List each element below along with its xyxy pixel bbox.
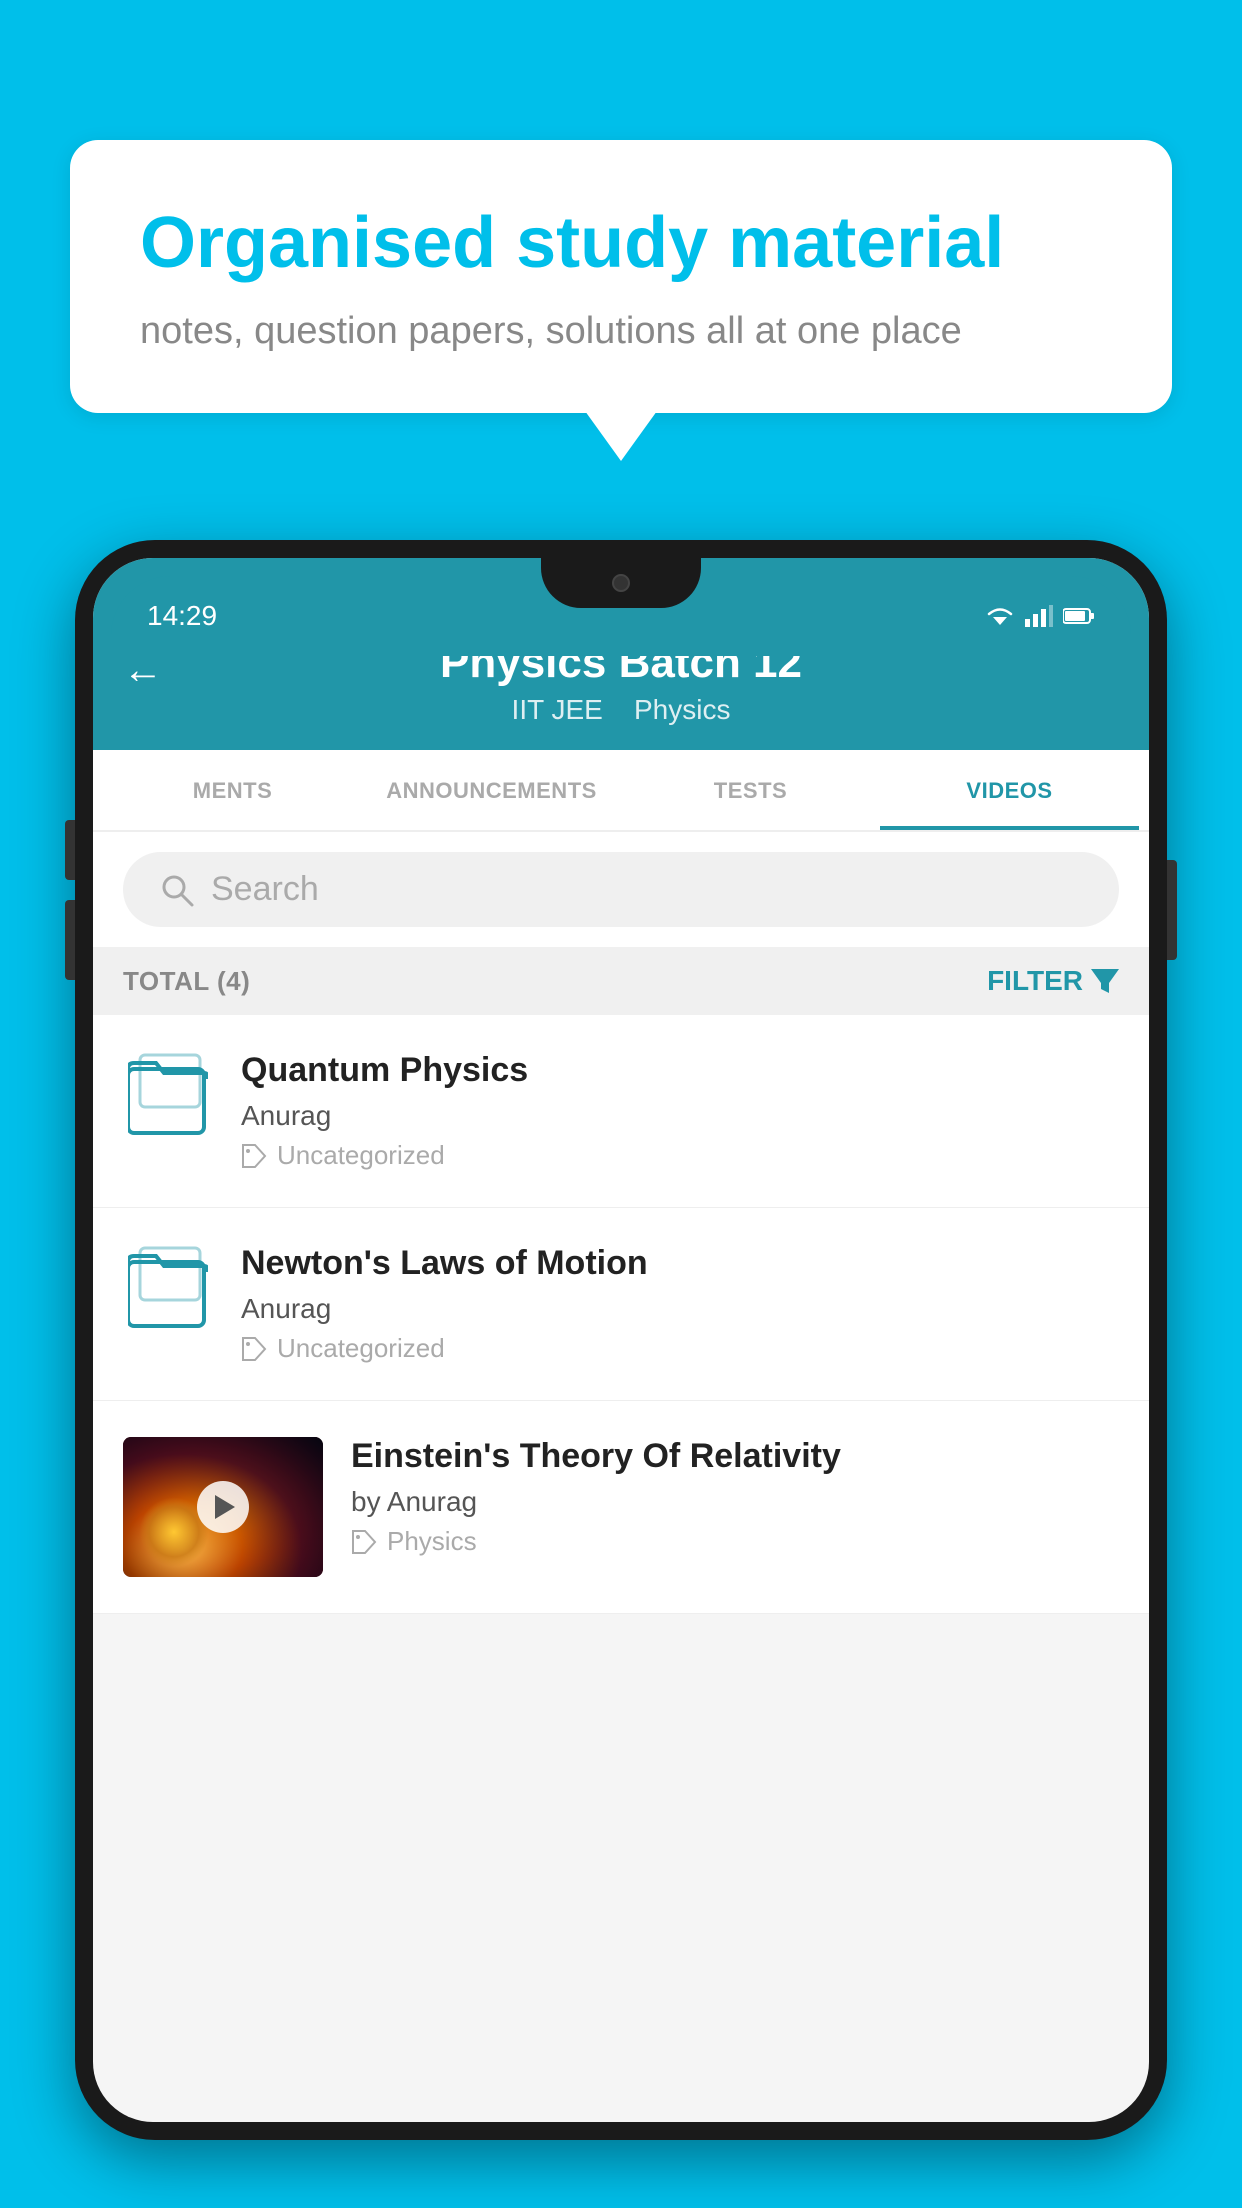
subtitle-iitjee: IIT JEE: [512, 694, 603, 725]
speech-bubble: Organised study material notes, question…: [70, 140, 1172, 413]
search-box[interactable]: Search: [123, 852, 1119, 927]
tab-announcements[interactable]: ANNOUNCEMENTS: [362, 750, 621, 830]
video-info: Newton's Laws of Motion Anurag Uncategor…: [241, 1244, 1119, 1364]
folder-icon-container: [123, 1244, 213, 1334]
video-info: Quantum Physics Anurag Uncategorized: [241, 1051, 1119, 1171]
phone-notch: [541, 558, 701, 608]
status-time: 14:29: [147, 600, 217, 632]
power-button: [1167, 860, 1177, 960]
video-info: Einstein's Theory Of Relativity by Anura…: [351, 1437, 1119, 1557]
video-thumbnail: [123, 1437, 323, 1577]
video-author: by Anurag: [351, 1486, 1119, 1518]
bubble-subtitle: notes, question papers, solutions all at…: [140, 310, 1102, 353]
video-author: Anurag: [241, 1293, 1119, 1325]
search-placeholder: Search: [211, 870, 319, 909]
battery-icon: [1063, 607, 1095, 625]
bubble-title: Organised study material: [140, 200, 1102, 286]
tag-icon: [351, 1529, 377, 1555]
video-list: Quantum Physics Anurag Uncategorized: [93, 1015, 1149, 1614]
video-author: Anurag: [241, 1100, 1119, 1132]
volume-down-button: [65, 900, 75, 980]
filter-button[interactable]: FILTER: [987, 965, 1119, 997]
speech-bubble-container: Organised study material notes, question…: [70, 140, 1172, 413]
phone-screen: 14:29: [93, 558, 1149, 2122]
video-tag: Physics: [351, 1526, 1119, 1557]
tab-ments[interactable]: MENTS: [103, 750, 362, 830]
wifi-icon: [985, 605, 1015, 627]
video-title: Newton's Laws of Motion: [241, 1244, 1119, 1283]
tabs-bar: MENTS ANNOUNCEMENTS TESTS VIDEOS: [93, 750, 1149, 832]
tab-videos[interactable]: VIDEOS: [880, 750, 1139, 830]
video-title: Einstein's Theory Of Relativity: [351, 1437, 1119, 1476]
signal-icon: [1025, 605, 1053, 627]
tag-icon: [241, 1336, 267, 1362]
folder-icon: [128, 1051, 208, 1141]
tab-tests[interactable]: TESTS: [621, 750, 880, 830]
list-item[interactable]: Einstein's Theory Of Relativity by Anura…: [93, 1401, 1149, 1614]
filter-bar: TOTAL (4) FILTER: [93, 947, 1149, 1015]
front-camera: [612, 574, 630, 592]
filter-icon: [1091, 967, 1119, 995]
volume-up-button: [65, 820, 75, 880]
app-subtitle: IIT JEE Physics: [93, 694, 1149, 726]
total-label: TOTAL (4): [123, 966, 250, 997]
list-item[interactable]: Newton's Laws of Motion Anurag Uncategor…: [93, 1208, 1149, 1401]
play-button[interactable]: [197, 1481, 249, 1533]
video-tag: Uncategorized: [241, 1333, 1119, 1364]
list-item[interactable]: Quantum Physics Anurag Uncategorized: [93, 1015, 1149, 1208]
search-container: Search: [93, 832, 1149, 947]
subtitle-physics: Physics: [634, 694, 730, 725]
tag-icon: [241, 1143, 267, 1169]
search-icon: [159, 872, 195, 908]
play-triangle-icon: [215, 1495, 235, 1519]
phone-mockup: 14:29: [75, 540, 1167, 2208]
folder-icon: [128, 1244, 208, 1334]
phone-outer: 14:29: [75, 540, 1167, 2140]
video-tag: Uncategorized: [241, 1140, 1119, 1171]
video-title: Quantum Physics: [241, 1051, 1119, 1090]
folder-icon-container: [123, 1051, 213, 1141]
status-icons: [985, 605, 1095, 627]
